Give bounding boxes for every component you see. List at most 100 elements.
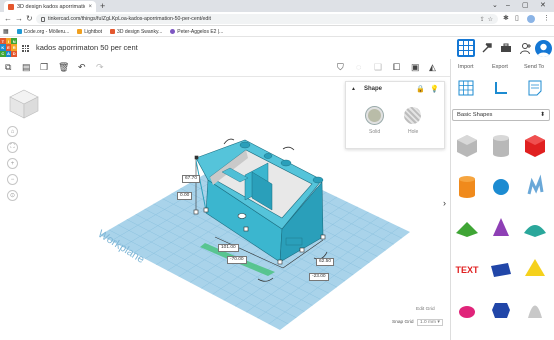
duplicate-icon[interactable]: ❐ xyxy=(40,60,48,75)
url-bar[interactable]: tinkercad.com/things/fuIZgLKpLoa-kados-a… xyxy=(36,14,498,24)
y-offset-dimension[interactable]: -23.00 xyxy=(309,273,329,281)
shape-panel-title: Shape xyxy=(364,86,383,92)
paste-icon[interactable]: ▤ xyxy=(22,60,31,75)
tinkercad-bookmark-icon xyxy=(110,29,116,34)
bookmark-3d-design[interactable]: 3D design Swanky... xyxy=(110,29,162,35)
extensions-icon[interactable]: ✱ xyxy=(503,14,509,24)
minimize-button[interactable]: – xyxy=(506,1,510,11)
bookmarks-bar: ▦ Code.org - Mölleru... Lightbot 3D desi… xyxy=(0,27,554,37)
ungroup-icon[interactable]: ⧠ xyxy=(393,60,400,75)
zoom-in-icon[interactable]: + xyxy=(7,158,18,169)
new-tab-button[interactable]: + xyxy=(100,1,105,11)
workplane-grid-icon[interactable] xyxy=(458,80,474,96)
copy-icon[interactable]: ⧉ xyxy=(5,60,11,75)
scribble-shape-icon[interactable] xyxy=(520,172,550,202)
tab-title: 3D design kados aporrimation 50... xyxy=(17,3,85,10)
undo-icon[interactable]: ↶ xyxy=(78,60,86,75)
redo-icon[interactable]: ↷ xyxy=(96,60,104,75)
bookmark-lightbot[interactable]: Lightbot xyxy=(77,29,102,35)
export-button[interactable]: Export xyxy=(492,64,508,70)
bookmark-peter-aggelos[interactable]: Peter-Aggelos E2 |... xyxy=(170,29,223,35)
length-dimension[interactable]: 101.00 xyxy=(218,244,239,252)
dashboard-grid-icon[interactable] xyxy=(22,45,29,52)
url-text: tinkercad.com/things/fuIZgLKpLoa-kados-a… xyxy=(48,16,211,22)
snap-grid-select[interactable]: 1.0 mm ▾ xyxy=(417,319,443,326)
bookmark-code-org[interactable]: Code.org - Mölleru... xyxy=(16,29,69,35)
back-arrow-icon[interactable]: ← xyxy=(4,13,12,25)
select-arrows-icon: ⬍ xyxy=(540,112,545,118)
reload-icon[interactable]: ↻ xyxy=(26,13,33,25)
edit-grid-link[interactable]: Edit Grid xyxy=(416,307,435,312)
tab-close-icon[interactable]: × xyxy=(88,4,92,10)
ortho-view-icon[interactable]: ⊙ xyxy=(7,190,18,201)
box-shape-icon[interactable] xyxy=(520,131,550,161)
view-cube[interactable] xyxy=(8,88,40,120)
shape-category-select[interactable]: Basic Shapes ⬍ xyxy=(452,109,550,121)
half-sphere-shape-icon[interactable] xyxy=(452,295,482,325)
tinkercad-favicon-icon xyxy=(8,3,14,10)
snap-grid-label: Snap Grid xyxy=(392,320,414,325)
grid-icon xyxy=(459,41,473,55)
zoom-out-icon[interactable]: − xyxy=(7,174,18,185)
star-icon[interactable]: ☆ xyxy=(488,16,493,23)
fit-view-icon[interactable]: ⛶ xyxy=(7,142,18,153)
polygon-shape-icon[interactable] xyxy=(486,295,516,325)
tab-search-icon[interactable]: ⌄ xyxy=(492,1,498,11)
profile-avatar[interactable] xyxy=(527,15,535,23)
group-icon[interactable]: ❑ xyxy=(374,60,382,75)
tinkercad-logo[interactable]: TINKERCAD xyxy=(0,38,17,57)
bookmarks-apps-icon[interactable]: ▦ xyxy=(3,28,9,35)
sidebar-icon[interactable]: ▯ xyxy=(515,14,519,24)
cone-shape-icon[interactable] xyxy=(486,213,516,243)
delete-icon[interactable]: 🗑 xyxy=(58,60,69,75)
home-view-icon[interactable]: ⌂ xyxy=(7,126,18,137)
shape-library-grid: TEXT xyxy=(450,127,554,340)
project-title[interactable]: kados aporrimaton 50 per cent xyxy=(36,43,138,52)
align-icon[interactable]: ▣ xyxy=(411,60,420,75)
maximize-button[interactable]: ▢ xyxy=(522,1,529,11)
add-user-icon[interactable] xyxy=(516,39,534,57)
roof-shape-icon[interactable] xyxy=(452,213,482,243)
notes-icon[interactable]: ⛉ xyxy=(337,60,344,75)
browser-menu-icon[interactable]: ⋮ xyxy=(543,14,550,24)
browser-tab[interactable]: 3D design kados aporrimation 50... × xyxy=(4,1,96,12)
ruler-icon[interactable] xyxy=(493,80,509,96)
x-offset-dimension[interactable]: -70.00 xyxy=(227,256,247,264)
pyramid-shape-icon[interactable] xyxy=(520,254,550,284)
hammer-icon[interactable] xyxy=(478,39,496,57)
send-to-button[interactable]: Send To xyxy=(524,64,544,70)
import-button[interactable]: Import xyxy=(458,64,474,70)
user-avatar[interactable] xyxy=(535,40,552,57)
shape-inspector-panel: ▲ Shape 🔒 💡 Solid Hole xyxy=(345,81,445,149)
lightbulb-icon[interactable]: ◌ xyxy=(356,60,361,75)
elevation-dimension[interactable]: 0.00 xyxy=(177,192,193,200)
cylinder-shape-icon[interactable] xyxy=(452,172,482,202)
mirror-icon[interactable]: ◭ xyxy=(429,60,436,75)
width-dimension[interactable]: 62.50 xyxy=(316,258,335,266)
briefcase-icon[interactable] xyxy=(497,39,515,57)
solid-color-swatch[interactable] xyxy=(366,107,383,124)
hole-swatch[interactable] xyxy=(404,107,421,124)
box-hole-shape-icon[interactable] xyxy=(452,131,482,161)
solid-label: Solid xyxy=(369,129,381,135)
round-roof-shape-icon[interactable] xyxy=(520,213,550,243)
height-dimension[interactable]: 67.70 xyxy=(182,175,201,183)
3d-view-button[interactable] xyxy=(457,39,475,57)
lightbulb-icon[interactable]: 💡 xyxy=(430,85,439,93)
panel-collapse-chevron-icon[interactable]: › xyxy=(443,198,446,208)
sphere-shape-icon[interactable] xyxy=(486,172,516,202)
lock-icon[interactable]: 🔒 xyxy=(416,85,425,93)
cylinder-hole-shape-icon[interactable] xyxy=(486,131,516,161)
paraboloid-shape-icon[interactable] xyxy=(520,295,550,325)
logo-letter: D xyxy=(11,50,17,57)
collapse-triangle-icon[interactable]: ▲ xyxy=(351,86,356,92)
shape-category-value: Basic Shapes xyxy=(457,112,493,118)
forward-arrow-icon[interactable]: → xyxy=(15,13,23,25)
share-icon[interactable]: ⇪ xyxy=(480,16,485,23)
svg-text:TEXT: TEXT xyxy=(455,265,479,275)
code-org-icon xyxy=(16,29,22,34)
notes-icon[interactable] xyxy=(528,80,542,96)
text-shape-icon[interactable]: TEXT xyxy=(452,254,482,284)
wedge-shape-icon[interactable] xyxy=(486,254,516,284)
close-window-button[interactable]: ✕ xyxy=(540,1,546,11)
